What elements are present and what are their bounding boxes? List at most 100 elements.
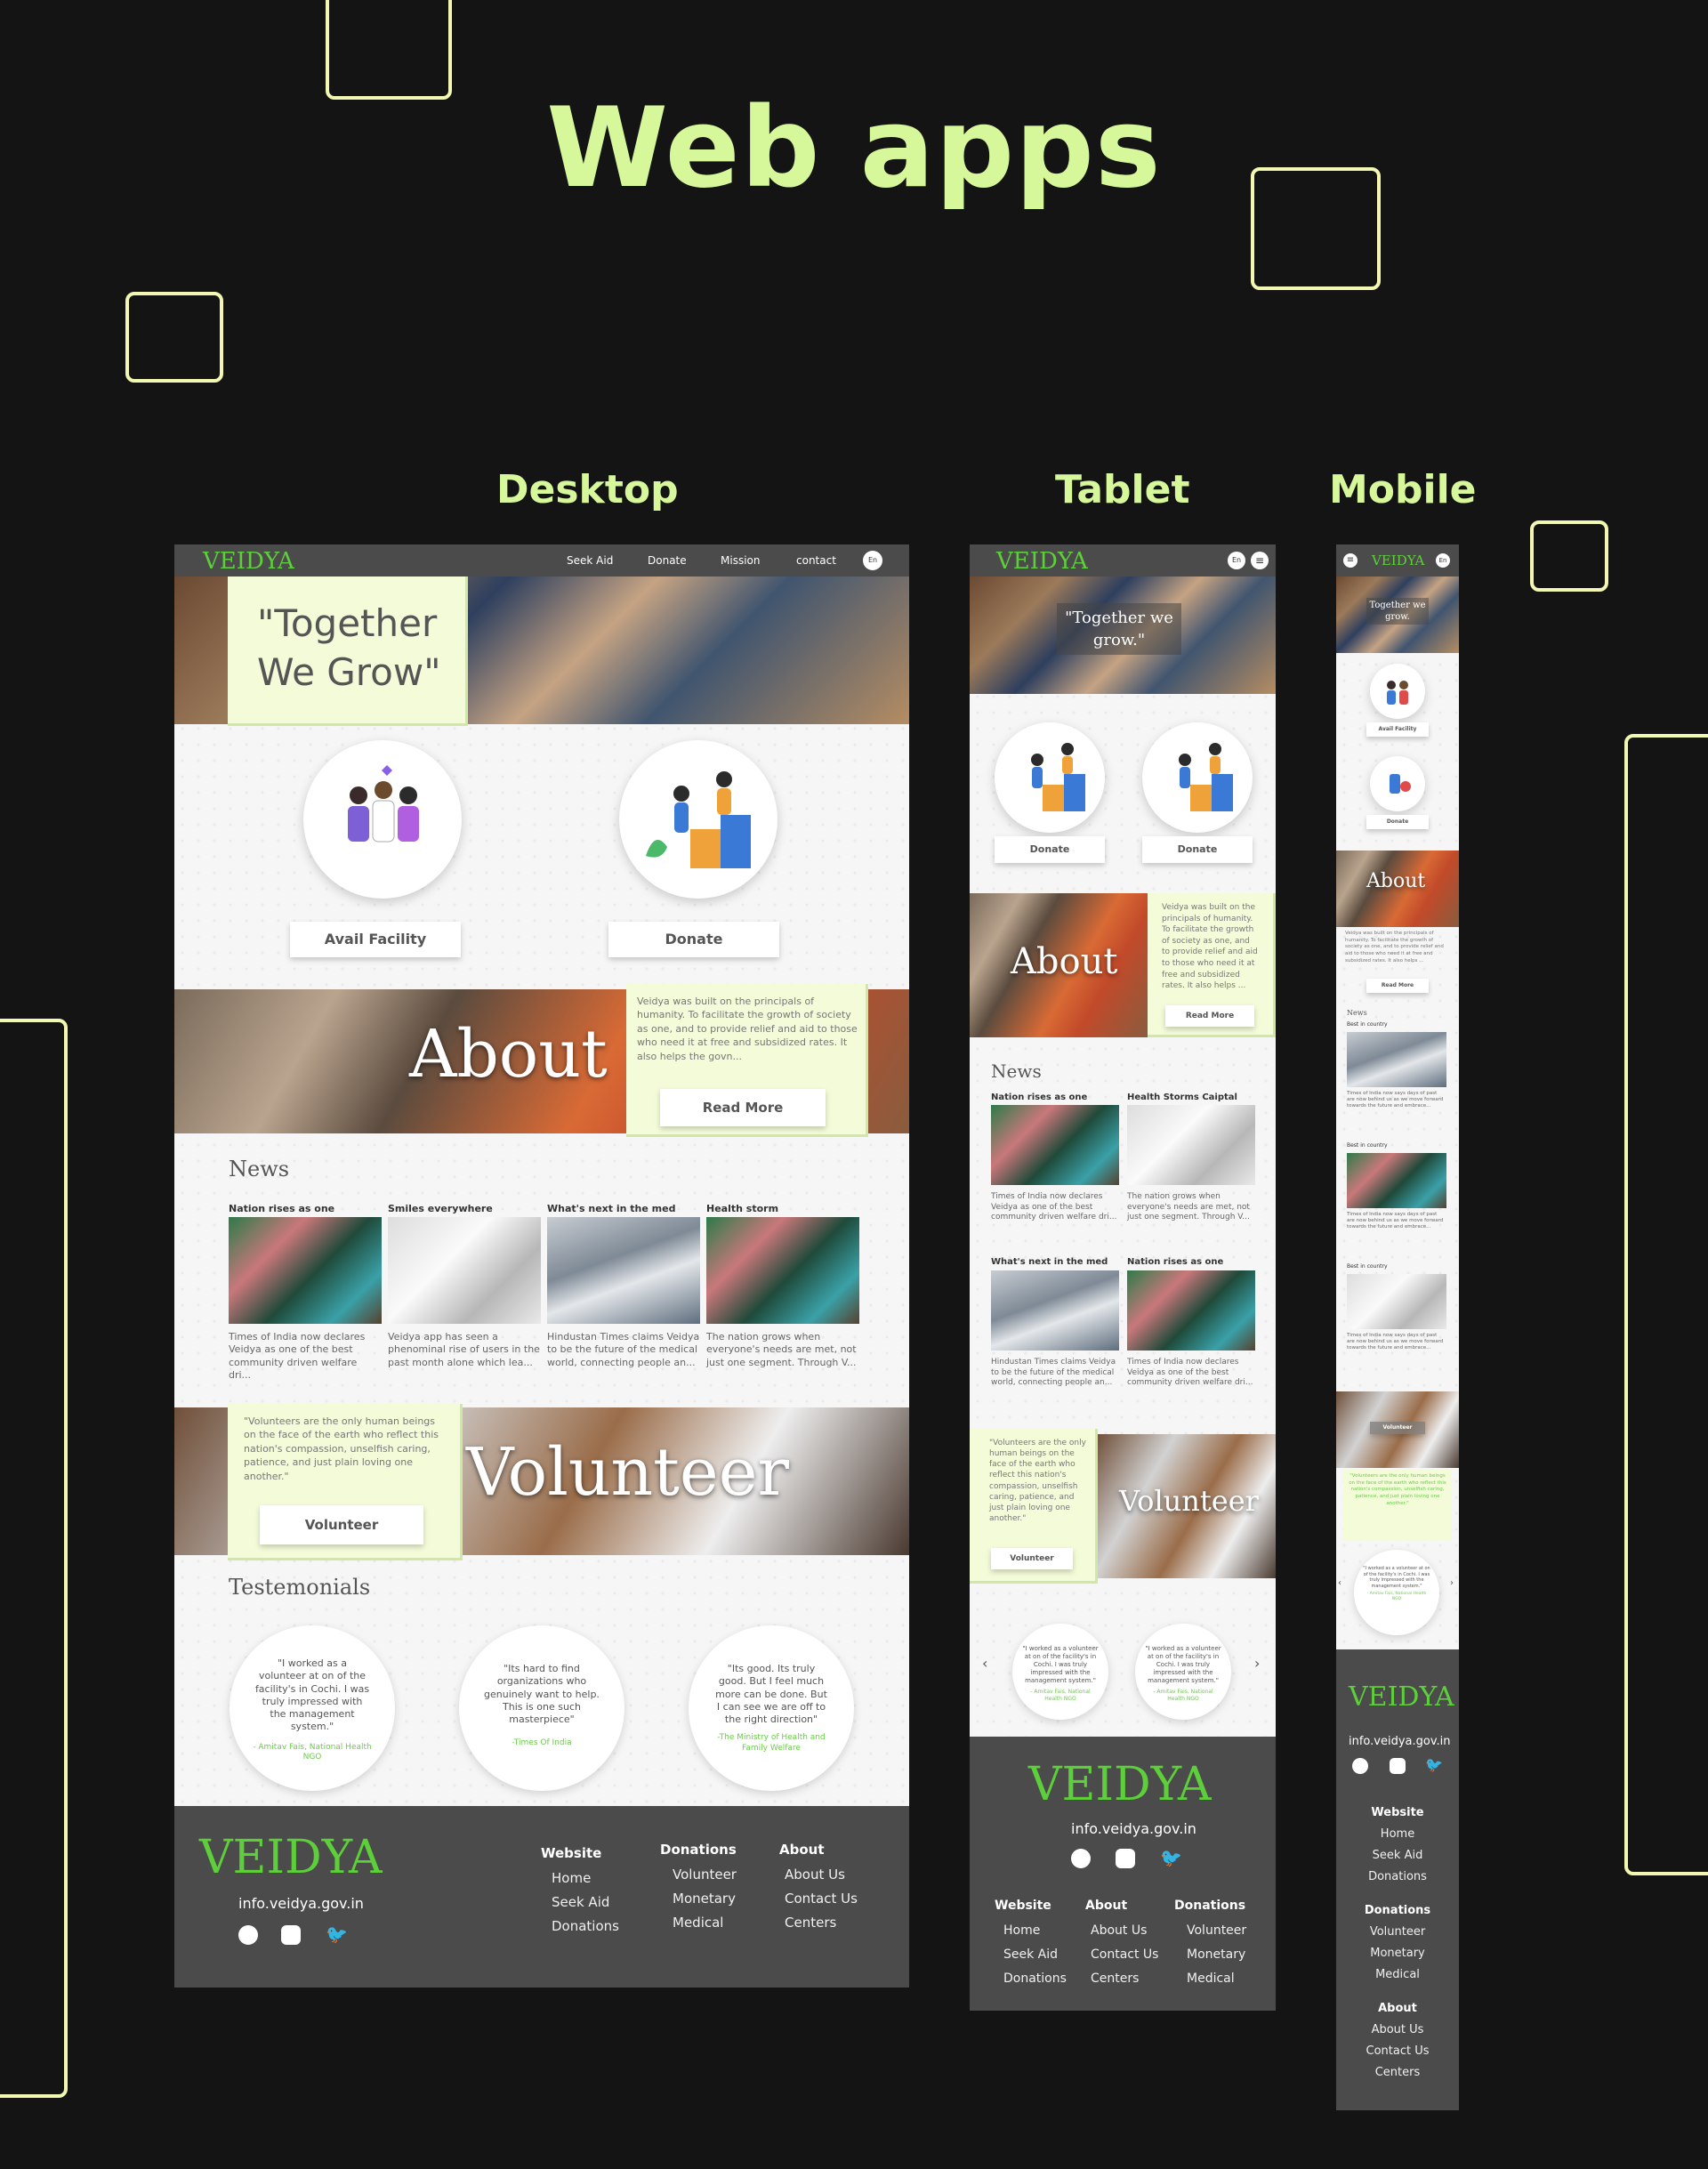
tablet-frame: VEIDYA En ≡ "Together we grow." Donate D… (970, 544, 1276, 2011)
avail-facility-button[interactable]: Avail Facility (290, 922, 461, 957)
footer-link[interactable]: Home (1003, 1923, 1040, 1938)
footer-link[interactable]: Seek Aid (1336, 1849, 1459, 1862)
footer-link[interactable]: Centers (1091, 1971, 1139, 1986)
carousel-next-icon[interactable]: › (1450, 1578, 1454, 1588)
instagram-icon[interactable] (1116, 1849, 1135, 1868)
donate-button[interactable]: Donate (1142, 836, 1253, 863)
footer-link[interactable]: Monetary (1336, 1947, 1459, 1960)
hero-quote: Together we grow. (1366, 598, 1429, 625)
news-image[interactable] (388, 1217, 541, 1324)
helping-hands-icon (646, 771, 751, 868)
twitter-icon[interactable]: 🐦 (1425, 1756, 1443, 1773)
footer-link[interactable]: Donations (1336, 1870, 1459, 1883)
nav-donate[interactable]: Donate (648, 554, 687, 567)
facebook-icon[interactable] (1071, 1849, 1091, 1868)
news-image[interactable] (229, 1217, 382, 1324)
carousel-prev-icon[interactable]: ‹ (982, 1655, 987, 1672)
footer-donations-title: Donations (660, 1842, 737, 1858)
footer-email[interactable]: info.veidya.gov.in (1071, 1820, 1196, 1837)
nav-mission[interactable]: Mission (721, 554, 760, 567)
footer-link[interactable]: About Us (1336, 2023, 1459, 2036)
volunteer-button[interactable]: Volunteer (1370, 1422, 1425, 1434)
news-image[interactable] (1347, 1274, 1446, 1329)
decorative-outline-rectangle (0, 1019, 68, 2098)
testimonial-card: "I worked as a volunteer at on of the fa… (1354, 1550, 1439, 1635)
about-text-box: Veidya was built on the principals of hu… (1148, 893, 1276, 1037)
footer-link[interactable]: Donations (552, 1918, 619, 1934)
volunteer-button[interactable]: Volunteer (991, 1548, 1073, 1569)
donate-button[interactable]: Donate (995, 836, 1105, 863)
language-toggle[interactable]: En (1436, 553, 1450, 568)
footer-link[interactable]: Centers (785, 1915, 836, 1931)
about-text: Veidya was built on the principals of hu… (1162, 903, 1258, 991)
carousel-prev-icon[interactable]: ‹ (1338, 1578, 1341, 1588)
facebook-icon[interactable] (238, 1925, 258, 1945)
news-image[interactable] (1127, 1270, 1255, 1351)
twitter-icon[interactable]: 🐦 (1160, 1847, 1182, 1868)
news-image[interactable] (991, 1105, 1119, 1185)
donate-button[interactable]: Donate (608, 922, 779, 957)
news-text: Times of India now declares Veidya as on… (991, 1192, 1117, 1222)
avail-facility-button[interactable]: Avail Facility (1366, 722, 1429, 737)
page-title: Web apps (546, 85, 1162, 213)
logo[interactable]: VEIDYA (203, 548, 294, 575)
news-image[interactable] (706, 1217, 859, 1324)
logo[interactable]: VEIDYA (996, 548, 1088, 575)
news-text: Hindustan Times claims Veidya to be the … (991, 1358, 1116, 1388)
read-more-button[interactable]: Read More (660, 1089, 826, 1126)
testimonial-text: "I worked as a volunteer at on of the fa… (254, 1657, 370, 1733)
footer-link[interactable]: About Us (1091, 1923, 1147, 1938)
footer-link[interactable]: Seek Aid (1003, 1947, 1058, 1962)
footer-link[interactable]: Volunteer (1187, 1923, 1246, 1938)
volunteer-button[interactable]: Volunteer (260, 1505, 423, 1544)
footer-about-title: About (1378, 2002, 1417, 2015)
news-title: What's next in the med (547, 1203, 676, 1214)
nav-seek-aid[interactable]: Seek Aid (567, 554, 613, 567)
news-image[interactable] (1347, 1032, 1446, 1087)
footer-link[interactable]: Contact Us (785, 1891, 858, 1907)
footer-link[interactable]: Home (1336, 1827, 1459, 1841)
twitter-icon[interactable]: 🐦 (326, 1923, 348, 1945)
volunteer-quote-box: "Volunteers are the only human beings on… (228, 1404, 463, 1560)
language-toggle[interactable]: En (1228, 552, 1245, 569)
footer-link[interactable]: Medical (1187, 1971, 1235, 1986)
footer-link[interactable]: Medical (673, 1915, 723, 1931)
carousel-next-icon[interactable]: › (1254, 1655, 1260, 1672)
testimonial-text: "I worked as a volunteer at on of the fa… (1363, 1566, 1430, 1589)
avail-facility-illustration (1370, 664, 1425, 719)
footer-link[interactable]: Monetary (1187, 1947, 1245, 1962)
facebook-icon[interactable] (1352, 1758, 1368, 1774)
footer-email[interactable]: info.veidya.gov.in (1349, 1735, 1451, 1748)
read-more-button[interactable]: Read More (1165, 1005, 1254, 1027)
language-toggle[interactable]: En (863, 551, 882, 570)
footer-logo[interactable]: VEIDYA (199, 1831, 383, 1884)
footer-link[interactable]: Seek Aid (552, 1894, 609, 1910)
footer-logo[interactable]: VEIDYA (1028, 1758, 1212, 1811)
footer-link[interactable]: Contact Us (1091, 1947, 1158, 1962)
logo[interactable]: VEIDYA (1372, 552, 1424, 568)
menu-icon[interactable]: ≡ (1251, 552, 1269, 569)
news-image[interactable] (1347, 1153, 1446, 1208)
news-image[interactable] (1127, 1105, 1255, 1185)
news-title: Nation rises as one (991, 1093, 1088, 1102)
about-text: Veidya was built on the principals of hu… (1345, 931, 1444, 964)
footer-link[interactable]: Volunteer (1336, 1925, 1459, 1939)
menu-icon[interactable]: ≡ (1343, 553, 1358, 568)
instagram-icon[interactable] (281, 1925, 301, 1945)
nav-contact[interactable]: contact (796, 554, 836, 567)
footer-link[interactable]: Centers (1336, 2066, 1459, 2079)
donate-button[interactable]: Donate (1366, 815, 1429, 829)
footer-link[interactable]: Contact Us (1336, 2044, 1459, 2058)
footer-link[interactable]: Donations (1003, 1971, 1067, 1986)
footer-link[interactable]: Volunteer (673, 1867, 737, 1883)
footer-link[interactable]: Medical (1336, 1968, 1459, 1981)
footer-link[interactable]: About Us (785, 1867, 845, 1883)
footer-logo[interactable]: VEIDYA (1349, 1681, 1454, 1713)
instagram-icon[interactable] (1390, 1758, 1406, 1774)
read-more-button[interactable]: Read More (1366, 979, 1429, 993)
footer-link[interactable]: Monetary (673, 1891, 736, 1907)
footer-email[interactable]: info.veidya.gov.in (238, 1895, 364, 1912)
news-image[interactable] (991, 1270, 1119, 1351)
news-image[interactable] (547, 1217, 700, 1324)
footer-link[interactable]: Home (552, 1870, 591, 1886)
